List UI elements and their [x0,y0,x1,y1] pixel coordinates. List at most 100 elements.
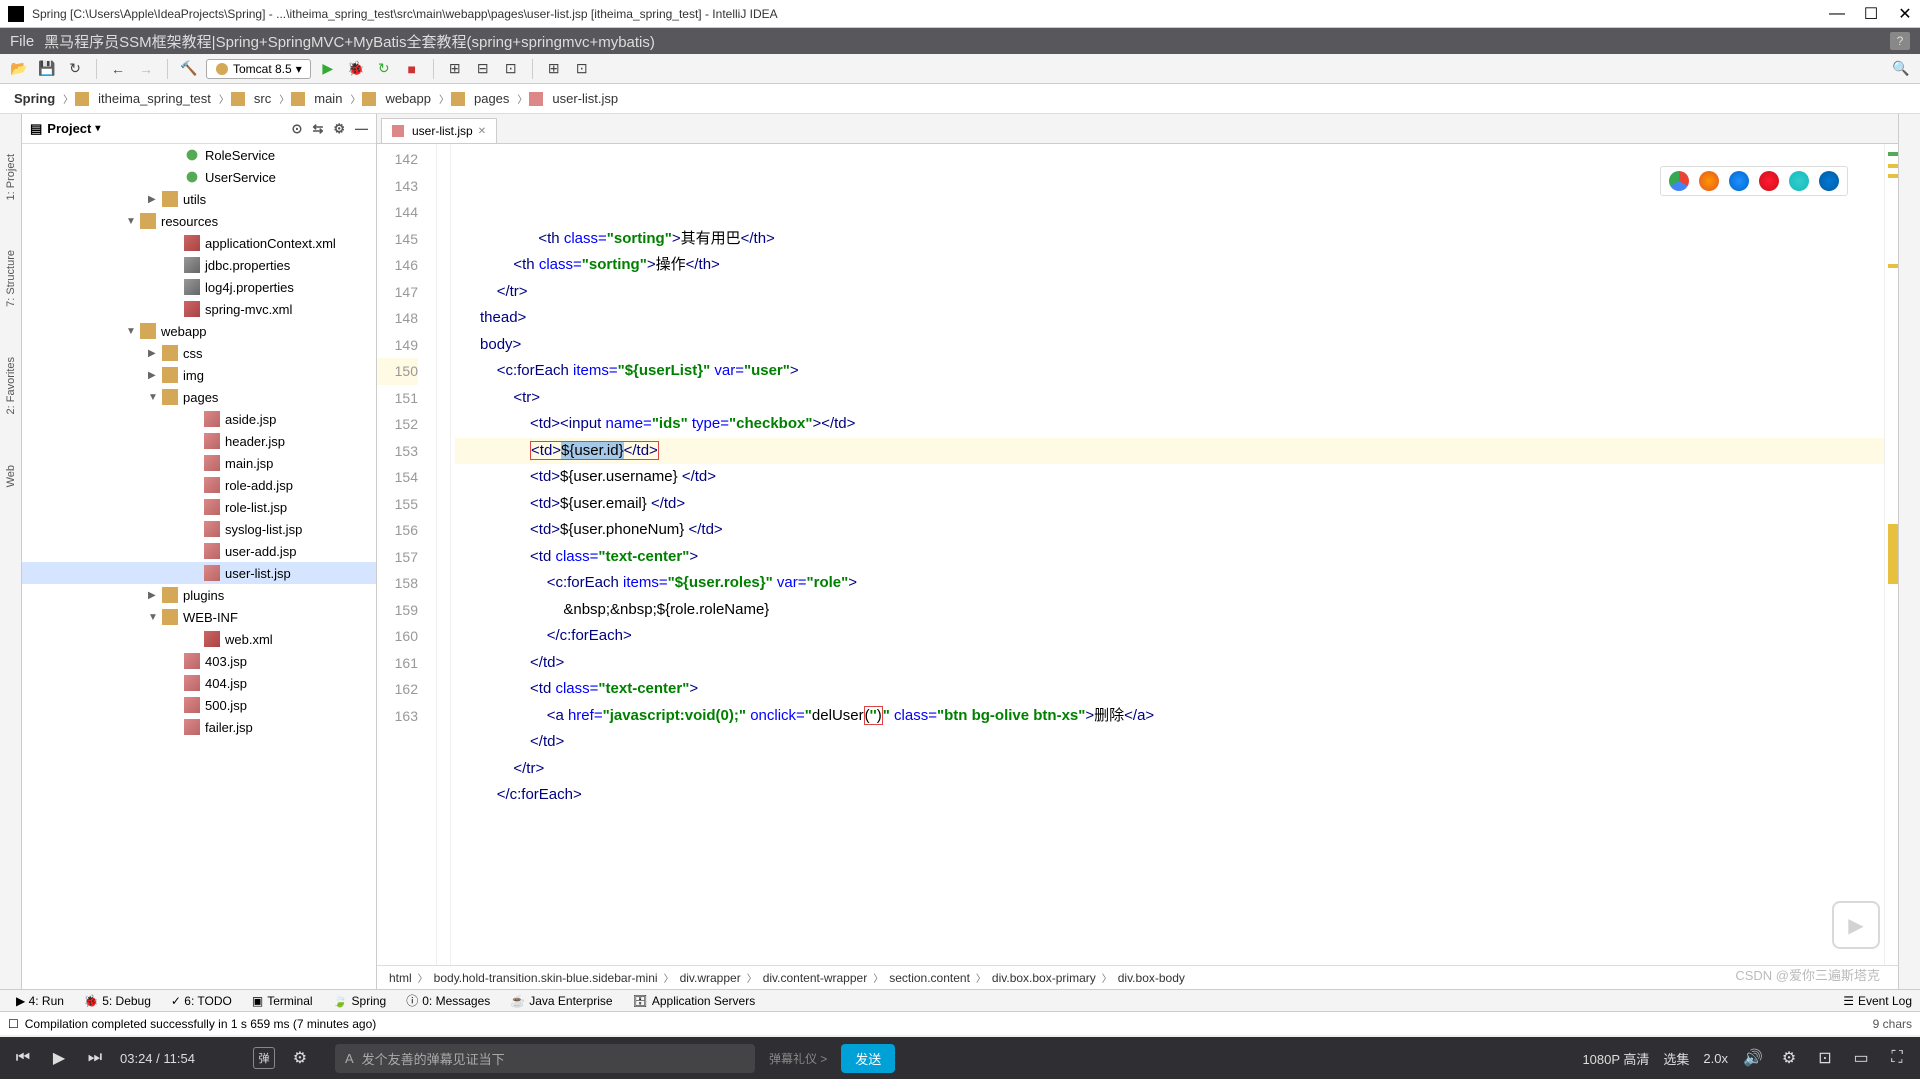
open-icon[interactable]: 📂 [8,58,30,80]
breadcrumb-item[interactable]: pages [468,89,515,108]
font-icon[interactable]: A [345,1051,354,1066]
run-icon[interactable]: ▶ [317,58,339,80]
code-line[interactable]: <tr> [455,385,1884,412]
tree-arrow-icon[interactable]: ▶ [148,370,162,381]
code-line[interactable]: <td class="text-center"> [455,544,1884,571]
breadcrumb-item[interactable]: main [308,89,348,108]
tree-item[interactable]: log4j.properties [22,276,376,298]
code-line[interactable]: </tr> [455,756,1884,783]
tree-item[interactable]: role-add.jsp [22,474,376,496]
code-line[interactable]: thead> [455,305,1884,332]
close-button[interactable]: ✕ [1898,7,1912,21]
back-icon[interactable]: ← [107,58,129,80]
breadcrumb-item[interactable]: Spring [8,89,61,108]
maximize-button[interactable]: ☐ [1864,7,1878,21]
warning-marker[interactable] [1888,164,1898,168]
tree-arrow-icon[interactable]: ▼ [148,612,162,623]
tree-item[interactable]: web.xml [22,628,376,650]
breadcrumb-item[interactable]: user-list.jsp [546,89,624,108]
code-line[interactable]: <td class="text-center"> [455,676,1884,703]
settings-icon[interactable]: ⚙ [1778,1047,1800,1069]
editor-breadcrumb-item[interactable]: div.content-wrapper [759,971,872,985]
project-tree[interactable]: RoleServiceUserService▶utils▼resourcesap… [22,144,376,989]
run-tab[interactable]: ▶ 4: Run [8,992,72,1010]
sync-icon[interactable]: ↻ [64,58,86,80]
editor-breadcrumb-item[interactable]: div.box-body [1114,971,1189,985]
danmu-input[interactable]: A 发个友善的弹幕见证当下 [335,1044,755,1073]
safari-icon[interactable] [1729,171,1749,191]
tree-item[interactable]: user-list.jsp [22,562,376,584]
terminal-tab[interactable]: ▣ Terminal [244,992,321,1010]
collapse-icon[interactable]: ⇆ [312,121,323,137]
forward-icon[interactable]: → [135,58,157,80]
edge-icon[interactable] [1819,171,1839,191]
wide-icon[interactable]: ▭ [1850,1047,1872,1069]
structure-tool-tab[interactable]: 7: Structure [5,250,17,307]
volume-icon[interactable]: 🔊 [1742,1047,1764,1069]
code-line[interactable]: </td> [455,729,1884,756]
tree-item[interactable]: syslog-list.jsp [22,518,376,540]
tree-item[interactable]: ▼pages [22,386,376,408]
prev-icon[interactable]: ⏮ [12,1047,34,1069]
close-tab-icon[interactable]: ✕ [478,126,486,137]
debug-tab[interactable]: 🐞 5: Debug [76,992,159,1010]
code-line[interactable]: body> [455,332,1884,359]
tree-arrow-icon[interactable]: ▶ [148,194,162,205]
event-log-tab[interactable]: ☰ Event Log [1835,992,1920,1010]
tree-item[interactable]: main.jsp [22,452,376,474]
web-tool-tab[interactable]: Web [5,465,17,487]
tool-icon[interactable]: ⊞ [444,58,466,80]
code-line[interactable]: </c:forEach> [455,782,1884,809]
code-line[interactable]: <th class="sorting">操作</th> [455,252,1884,279]
breadcrumb-item[interactable]: itheima_spring_test [92,89,217,108]
breadcrumb-item[interactable]: src [248,89,277,108]
tree-item[interactable]: ▼resources [22,210,376,232]
code-line[interactable]: <a href="javascript:void(0);" onclick="d… [455,703,1884,730]
editor-breadcrumb-item[interactable]: div.wrapper [676,971,745,985]
editor-breadcrumb-item[interactable]: body.hold-transition.skin-blue.sidebar-m… [430,971,662,985]
fold-strip[interactable] [437,144,451,965]
code-line[interactable]: <td>${user.email} </td> [455,491,1884,518]
tree-item[interactable]: jdbc.properties [22,254,376,276]
tree-item[interactable]: user-add.jsp [22,540,376,562]
tree-item[interactable]: ▶css [22,342,376,364]
save-icon[interactable]: 💾 [36,58,58,80]
tree-item[interactable]: 500.jsp [22,694,376,716]
quality-selector[interactable]: 1080P 高清 [1582,1049,1649,1068]
todo-tab[interactable]: ✓ 6: TODO [163,992,240,1010]
play-overlay-icon[interactable]: ▶ [1832,901,1880,949]
tool-icon[interactable]: ⊟ [472,58,494,80]
breadcrumb-item[interactable]: webapp [379,89,437,108]
spring-tab[interactable]: 🍃 Spring [325,992,395,1010]
tree-item[interactable]: ▶img [22,364,376,386]
tree-arrow-icon[interactable]: ▶ [148,590,162,601]
opera-icon[interactable] [1759,171,1779,191]
minimize-button[interactable]: — [1830,7,1844,21]
marker-strip[interactable] [1884,144,1898,965]
help-icon[interactable]: ? [1890,32,1910,50]
tree-item[interactable]: role-list.jsp [22,496,376,518]
speed-selector[interactable]: 2.0x [1703,1051,1728,1066]
settings-icon[interactable]: ⚙ [333,121,345,137]
editor-breadcrumb-item[interactable]: section.content [885,971,974,985]
scroll-from-source-icon[interactable]: ⊙ [292,121,303,137]
tool-icon[interactable]: ⊡ [500,58,522,80]
tree-arrow-icon[interactable]: ▼ [148,392,162,403]
tree-item[interactable]: ▼webapp [22,320,376,342]
code-line[interactable]: <c:forEach items="${user.roles}" var="ro… [455,570,1884,597]
tree-arrow-icon[interactable]: ▼ [126,216,140,227]
tree-item[interactable]: applicationContext.xml [22,232,376,254]
danmu-toggle-icon[interactable]: 弹 [253,1047,275,1069]
danmu-settings-icon[interactable]: ⚙ [289,1047,311,1069]
warning-marker[interactable] [1888,524,1898,584]
code-line[interactable]: <td>${user.username} </td> [455,464,1884,491]
editor-breadcrumb-item[interactable]: html [385,971,416,985]
code-line[interactable]: <td>${user.phoneNum} </td> [455,517,1884,544]
tree-item[interactable]: aside.jsp [22,408,376,430]
tree-item[interactable]: RoleService [22,144,376,166]
next-icon[interactable]: ⏭ [84,1047,106,1069]
fullscreen-icon[interactable]: ⛶ [1886,1047,1908,1069]
tree-arrow-icon[interactable]: ▼ [126,326,140,337]
tree-item[interactable]: ▶plugins [22,584,376,606]
line-number-gutter[interactable]: 1421431441451461471481491501511521531541… [377,144,437,965]
